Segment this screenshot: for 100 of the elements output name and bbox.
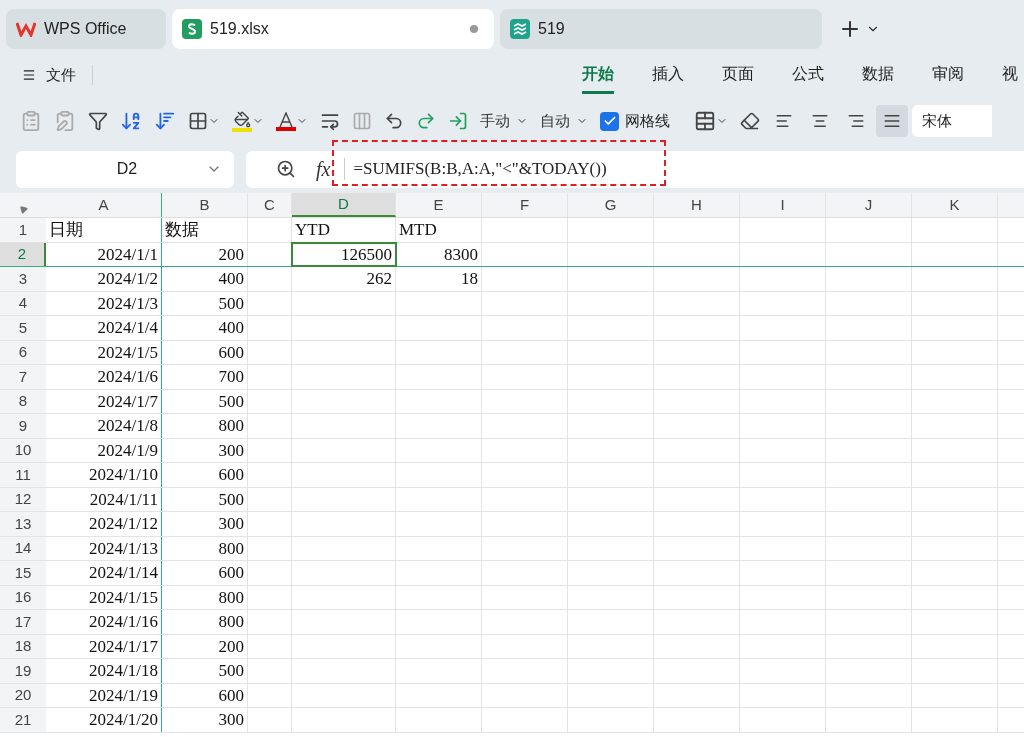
- eraser-icon: [740, 111, 760, 131]
- table-cell-text: 300: [218, 709, 244, 731]
- table-cell-text: 18: [461, 268, 478, 290]
- table-cell-text: 700: [218, 366, 244, 388]
- row-header[interactable]: 8: [0, 389, 46, 413]
- sort-icon: [154, 110, 176, 132]
- column-header[interactable]: B: [162, 193, 248, 217]
- dropdown-button[interactable]: 自动: [536, 106, 592, 136]
- table-cell-text: 日期: [49, 219, 83, 241]
- ribbon-tab[interactable]: 页面: [722, 56, 754, 94]
- column-header[interactable]: F: [482, 193, 568, 217]
- paint-bucket-icon: [232, 110, 252, 132]
- column-header[interactable]: I: [740, 193, 826, 217]
- row-header[interactable]: 21: [0, 708, 46, 732]
- table-cell-text: 400: [218, 317, 244, 339]
- tab-label: 519: [538, 18, 565, 39]
- ribbon-tab[interactable]: 插入: [652, 56, 684, 94]
- distribute-button[interactable]: [876, 105, 908, 137]
- column-header[interactable]: A: [46, 193, 162, 217]
- gridlines-checkbox[interactable]: 网格线: [596, 106, 674, 136]
- table-cell-text: 500: [218, 390, 244, 413]
- formula-field[interactable]: =SUMIFS(B:B,A:A,"<"&TODAY()): [353, 156, 607, 182]
- ribbon-tab[interactable]: 开始: [582, 56, 614, 94]
- name-box[interactable]: D2: [16, 150, 234, 188]
- table-cell-text: 2024/1/13: [89, 537, 158, 560]
- spreadsheet-icon: [182, 18, 202, 39]
- checkbox[interactable]: [600, 111, 619, 131]
- row-header[interactable]: 19: [0, 659, 46, 683]
- table-cell-text: 600: [218, 562, 244, 584]
- row-header[interactable]: 10: [0, 438, 46, 462]
- column-header[interactable]: K: [912, 193, 998, 217]
- table-cell-text: 2024/1/2: [97, 268, 158, 290]
- app-tab[interactable]: WPS Office: [6, 8, 166, 49]
- row-header[interactable]: 16: [0, 585, 46, 609]
- table-cell-text: 2024/1/7: [97, 390, 158, 413]
- file-menu-button[interactable]: 文件: [22, 63, 76, 87]
- table-cell-text: 2024/1/14: [89, 562, 158, 584]
- table-cell-text: 2024/1/16: [89, 611, 158, 633]
- table-cell-text: YTD: [295, 219, 330, 241]
- row-header[interactable]: 7: [0, 365, 46, 389]
- select-all-icon[interactable]: [17, 203, 29, 215]
- ribbon-tab[interactable]: 公式: [792, 56, 824, 94]
- table-cell-text: 600: [218, 341, 244, 364]
- zoom-icon[interactable]: [276, 159, 296, 179]
- row-header[interactable]: 6: [0, 340, 46, 364]
- row-header[interactable]: 11: [0, 463, 46, 487]
- align-icon: [811, 112, 829, 130]
- dropdown-button[interactable]: 手动: [476, 106, 532, 136]
- table-cell-text: 2024/1/17: [89, 635, 158, 658]
- ribbon-tab[interactable]: 视: [1002, 56, 1018, 94]
- table-cell-text: 800: [218, 537, 244, 560]
- font-color-icon: [276, 111, 296, 131]
- row-header[interactable]: 3: [0, 267, 46, 291]
- row-header[interactable]: 1: [0, 218, 46, 242]
- row-header[interactable]: 12: [0, 487, 46, 511]
- undo-icon: [384, 111, 404, 131]
- row-header[interactable]: 14: [0, 536, 46, 560]
- table-cell-text: 600: [218, 684, 244, 707]
- sort-icon: [120, 110, 142, 132]
- table-cell-text: 800: [218, 415, 244, 437]
- row-header[interactable]: 9: [0, 414, 46, 438]
- ribbon-tab[interactable]: 审阅: [932, 56, 964, 94]
- align-icon: [775, 112, 793, 130]
- table-cell-text: 2024/1/19: [89, 684, 158, 707]
- app-tab[interactable]: 519.xlsx: [172, 8, 494, 49]
- row-header[interactable]: 5: [0, 316, 46, 340]
- column-header[interactable]: E: [396, 193, 482, 217]
- active-cell-text: 126500: [341, 243, 392, 266]
- align-icon: [883, 112, 901, 130]
- row-header[interactable]: 17: [0, 610, 46, 634]
- row-header[interactable]: 18: [0, 634, 46, 658]
- align-icon: [847, 112, 865, 130]
- row-header[interactable]: 20: [0, 683, 46, 707]
- app-tab[interactable]: 519: [500, 8, 822, 49]
- table-cell-text: 200: [218, 243, 244, 266]
- table-cell-text: 200: [218, 635, 244, 658]
- row-header[interactable]: 13: [0, 512, 46, 536]
- clipboard-icon: [54, 110, 76, 132]
- table-icon: [694, 110, 716, 132]
- wrap-text-icon: [320, 111, 340, 131]
- app-logo-icon: [510, 18, 530, 39]
- table-cell-text: 800: [218, 611, 244, 633]
- table-cell-text: 2024/1/4: [97, 317, 158, 339]
- table-cell-text: 2024/1/5: [97, 341, 158, 364]
- table-cell-text: 300: [218, 439, 244, 462]
- column-header[interactable]: D: [292, 193, 396, 217]
- row-header[interactable]: 4: [0, 291, 46, 315]
- column-header[interactable]: G: [568, 193, 654, 217]
- function-button[interactable]: fx: [316, 154, 331, 184]
- font-field[interactable]: 宋体: [912, 105, 992, 137]
- table-cell-text: 500: [218, 488, 244, 511]
- column-header[interactable]: J: [826, 193, 912, 217]
- table-cell-text: MTD: [399, 219, 437, 241]
- row-header[interactable]: 2: [0, 242, 46, 266]
- column-header[interactable]: H: [654, 193, 740, 217]
- check-icon: [602, 114, 617, 128]
- row-header[interactable]: 15: [0, 561, 46, 585]
- ribbon-tab[interactable]: 数据: [862, 56, 894, 94]
- table-cell-text: 2024/1/3: [97, 292, 158, 315]
- table-cell-text: 2024/1/6: [97, 366, 158, 388]
